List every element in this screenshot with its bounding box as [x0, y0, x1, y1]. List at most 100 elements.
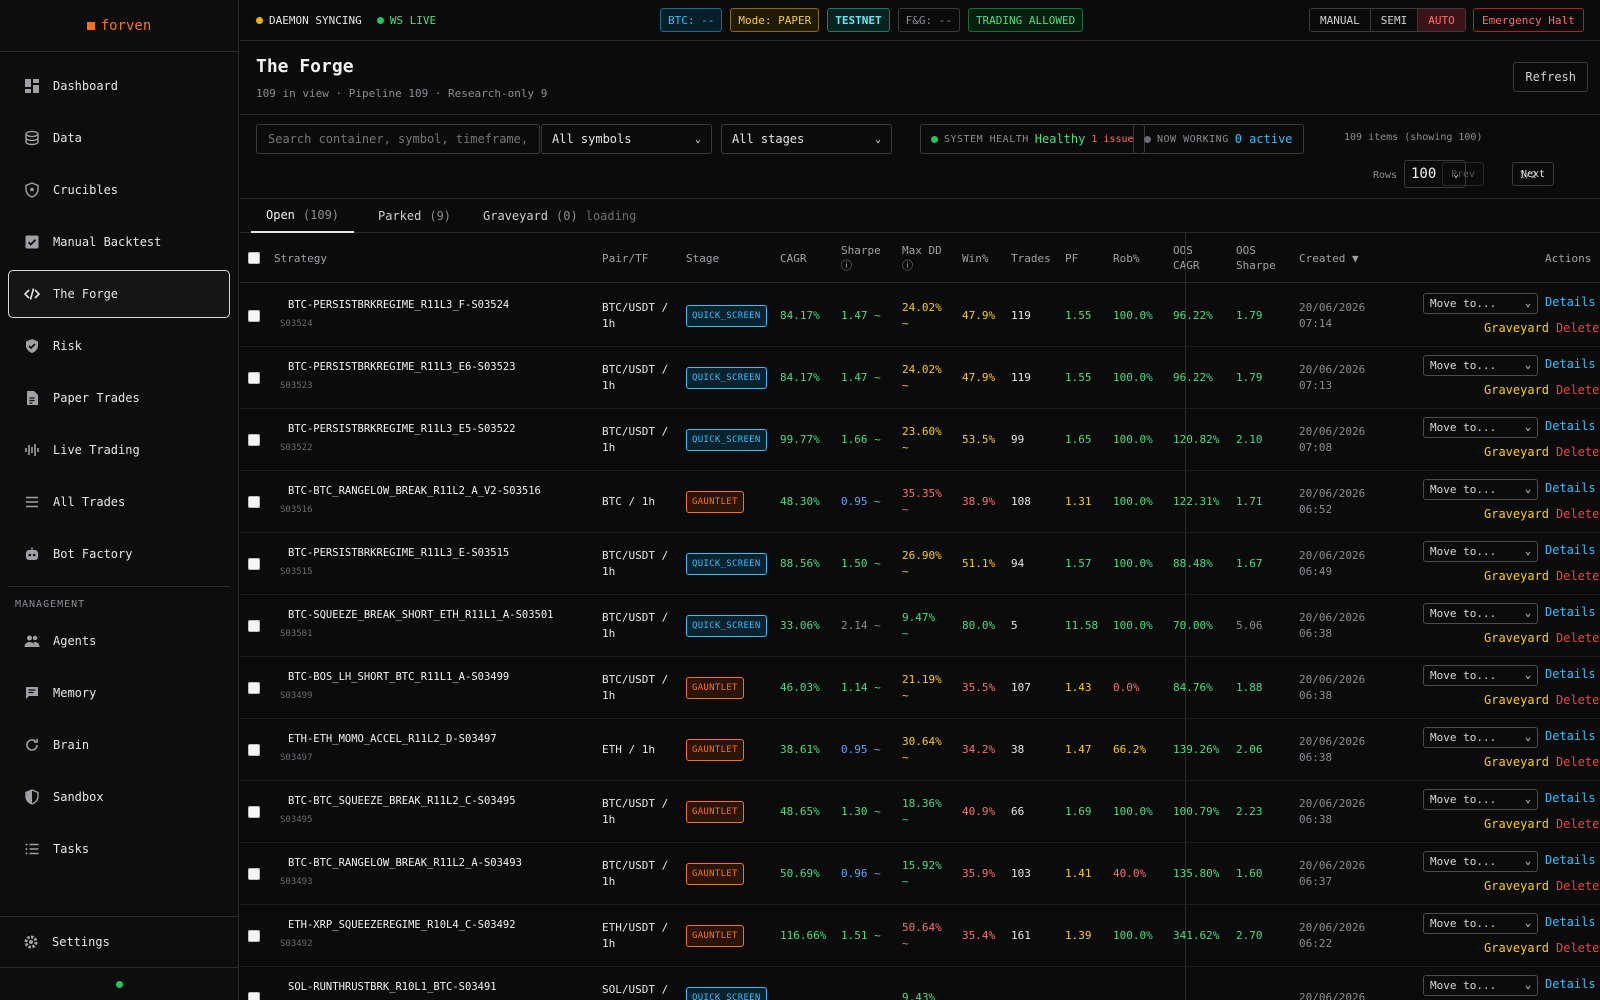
sidebar-item-agents[interactable]: Agents [8, 617, 230, 665]
delete-button[interactable]: Delete [1556, 879, 1599, 893]
delete-button[interactable]: Delete [1556, 693, 1599, 707]
delete-button[interactable]: Delete [1556, 755, 1599, 769]
sidebar-item-dashboard[interactable]: Dashboard [8, 62, 230, 110]
next-page-button[interactable]: Next [1512, 162, 1555, 186]
row-checkbox[interactable] [248, 805, 260, 818]
tab-parked[interactable]: Parked (9) [378, 199, 451, 233]
strategy-name[interactable]: SOL-RUNTHRUSTBRK_R10L1_BTC-S03491 [288, 981, 497, 993]
move-to-select[interactable]: Move to... ⌄ [1423, 355, 1538, 376]
tab-graveyard[interactable]: Graveyard (0) loading [483, 199, 636, 233]
sidebar-item-data[interactable]: Data [8, 114, 230, 162]
sidebar-item-the-forge[interactable]: The Forge [8, 270, 230, 318]
sidebar-item-bot-factory[interactable]: Bot Factory [8, 530, 230, 578]
tab-open[interactable]: Open (109) [251, 199, 355, 233]
graveyard-button[interactable]: Graveyard [1484, 569, 1549, 583]
details-link[interactable]: Details [1545, 605, 1596, 619]
col-cagr[interactable]: CAGR [780, 233, 807, 283]
graveyard-button[interactable]: Graveyard [1484, 383, 1549, 397]
strategy-name[interactable]: ETH-XRP_SQUEEZEREGIME_R10L4_C-S03492 [288, 919, 516, 931]
graveyard-button[interactable]: Graveyard [1484, 693, 1549, 707]
system-health-chip[interactable]: SYSTEM HEALTH Healthy 1 issue [920, 124, 1145, 154]
row-checkbox[interactable] [248, 619, 260, 632]
strategy-name[interactable]: BTC-BTC_RANGELOW_BREAK_R11L2_A_V2-S03516 [288, 485, 541, 497]
move-to-select[interactable]: Move to... ⌄ [1423, 293, 1538, 314]
delete-button[interactable]: Delete [1556, 631, 1599, 645]
move-to-select[interactable]: Move to... ⌄ [1423, 479, 1538, 500]
mode-semi-button[interactable]: SEMI [1371, 9, 1419, 31]
col-oos-cagr[interactable]: OOS CAGR [1173, 233, 1200, 283]
select-all-checkbox[interactable] [248, 252, 260, 264]
mode-auto-button[interactable]: AUTO [1418, 9, 1465, 31]
move-to-select[interactable]: Move to... ⌄ [1423, 727, 1538, 748]
strategy-name[interactable]: BTC-PERSISTBRKREGIME_R11L3_F-S03524 [288, 299, 509, 311]
move-to-select[interactable]: Move to... ⌄ [1423, 789, 1538, 810]
move-to-select[interactable]: Move to... ⌄ [1423, 851, 1538, 872]
strategy-name[interactable]: BTC-PERSISTBRKREGIME_R11L3_E6-S03523 [288, 361, 516, 373]
row-checkbox[interactable] [248, 867, 260, 880]
strategy-name[interactable]: BTC-BTC_RANGELOW_BREAK_R11L2_A-S03493 [288, 857, 522, 869]
sidebar-item-brain[interactable]: Brain [8, 721, 230, 769]
delete-button[interactable]: Delete [1556, 321, 1599, 335]
search-input[interactable] [256, 124, 540, 154]
move-to-select[interactable]: Move to... ⌄ [1423, 541, 1538, 562]
sidebar-item-settings[interactable]: Settings [0, 916, 239, 968]
refresh-button[interactable]: Refresh [1513, 62, 1588, 92]
row-checkbox[interactable] [248, 371, 260, 384]
delete-button[interactable]: Delete [1556, 569, 1599, 583]
col-stage[interactable]: Stage [686, 233, 719, 283]
strategy-name[interactable]: BTC-BTC_SQUEEZE_BREAK_R11L2_C-S03495 [288, 795, 516, 807]
delete-button[interactable]: Delete [1556, 445, 1599, 459]
graveyard-button[interactable]: Graveyard [1484, 631, 1549, 645]
row-checkbox[interactable] [248, 557, 260, 570]
sidebar-item-memory[interactable]: Memory [8, 669, 230, 717]
graveyard-button[interactable]: Graveyard [1484, 321, 1549, 335]
details-link[interactable]: Details [1545, 481, 1596, 495]
graveyard-button[interactable]: Graveyard [1484, 755, 1549, 769]
strategy-name[interactable]: ETH-ETH_MOMO_ACCEL_R11L2_D-S03497 [288, 733, 497, 745]
details-link[interactable]: Details [1545, 977, 1596, 991]
col-pair[interactable]: Pair/TF [602, 233, 648, 283]
graveyard-button[interactable]: Graveyard [1484, 879, 1549, 893]
row-checkbox[interactable] [248, 929, 260, 942]
graveyard-button[interactable]: Graveyard [1484, 507, 1549, 521]
move-to-select[interactable]: Move to... ⌄ [1423, 417, 1538, 438]
col-created[interactable]: Created ▼ [1299, 233, 1359, 283]
details-link[interactable]: Details [1545, 543, 1596, 557]
col-maxdd[interactable]: Max DD ⓘ [902, 233, 942, 283]
move-to-select[interactable]: Move to... ⌄ [1423, 913, 1538, 934]
move-to-select[interactable]: Move to... ⌄ [1423, 975, 1538, 996]
brand-logo[interactable]: forven [0, 0, 238, 52]
sidebar-item-paper-trades[interactable]: Paper Trades [8, 374, 230, 422]
sidebar-item-tasks[interactable]: Tasks [8, 825, 230, 873]
graveyard-button[interactable]: Graveyard [1484, 445, 1549, 459]
sidebar-item-manual-backtest[interactable]: Manual Backtest [8, 218, 230, 266]
sidebar-item-live-trading[interactable]: Live Trading [8, 426, 230, 474]
sidebar-item-sandbox[interactable]: Sandbox [8, 773, 230, 821]
details-link[interactable]: Details [1545, 791, 1596, 805]
details-link[interactable]: Details [1545, 915, 1596, 929]
details-link[interactable]: Details [1545, 729, 1596, 743]
delete-button[interactable]: Delete [1556, 507, 1599, 521]
strategy-name[interactable]: BTC-SQUEEZE_BREAK_SHORT_ETH_R11L1_A-S035… [288, 609, 554, 621]
strategy-name[interactable]: BTC-PERSISTBRKREGIME_R11L3_E-S03515 [288, 547, 509, 559]
col-rob[interactable]: Rob% [1113, 233, 1140, 283]
move-to-select[interactable]: Move to... ⌄ [1423, 603, 1538, 624]
row-checkbox[interactable] [248, 495, 260, 508]
sidebar-item-crucibles[interactable]: Crucibles [8, 166, 230, 214]
mode-manual-button[interactable]: MANUAL [1310, 9, 1371, 31]
row-checkbox[interactable] [248, 309, 260, 322]
graveyard-button[interactable]: Graveyard [1484, 817, 1549, 831]
emergency-halt-button[interactable]: Emergency Halt [1473, 8, 1584, 32]
row-checkbox[interactable] [248, 681, 260, 694]
row-checkbox[interactable] [248, 991, 260, 1000]
move-to-select[interactable]: Move to... ⌄ [1423, 665, 1538, 686]
delete-button[interactable]: Delete [1556, 383, 1599, 397]
col-oos-sharpe[interactable]: OOS Sharpe [1236, 233, 1276, 283]
strategy-name[interactable]: BTC-PERSISTBRKREGIME_R11L3_E5-S03522 [288, 423, 516, 435]
details-link[interactable]: Details [1545, 853, 1596, 867]
prev-page-button[interactable]: Prev [1442, 162, 1485, 186]
details-link[interactable]: Details [1545, 357, 1596, 371]
col-win[interactable]: Win% [962, 233, 989, 283]
col-sharpe[interactable]: Sharpe ⓘ [841, 233, 881, 283]
row-checkbox[interactable] [248, 433, 260, 446]
